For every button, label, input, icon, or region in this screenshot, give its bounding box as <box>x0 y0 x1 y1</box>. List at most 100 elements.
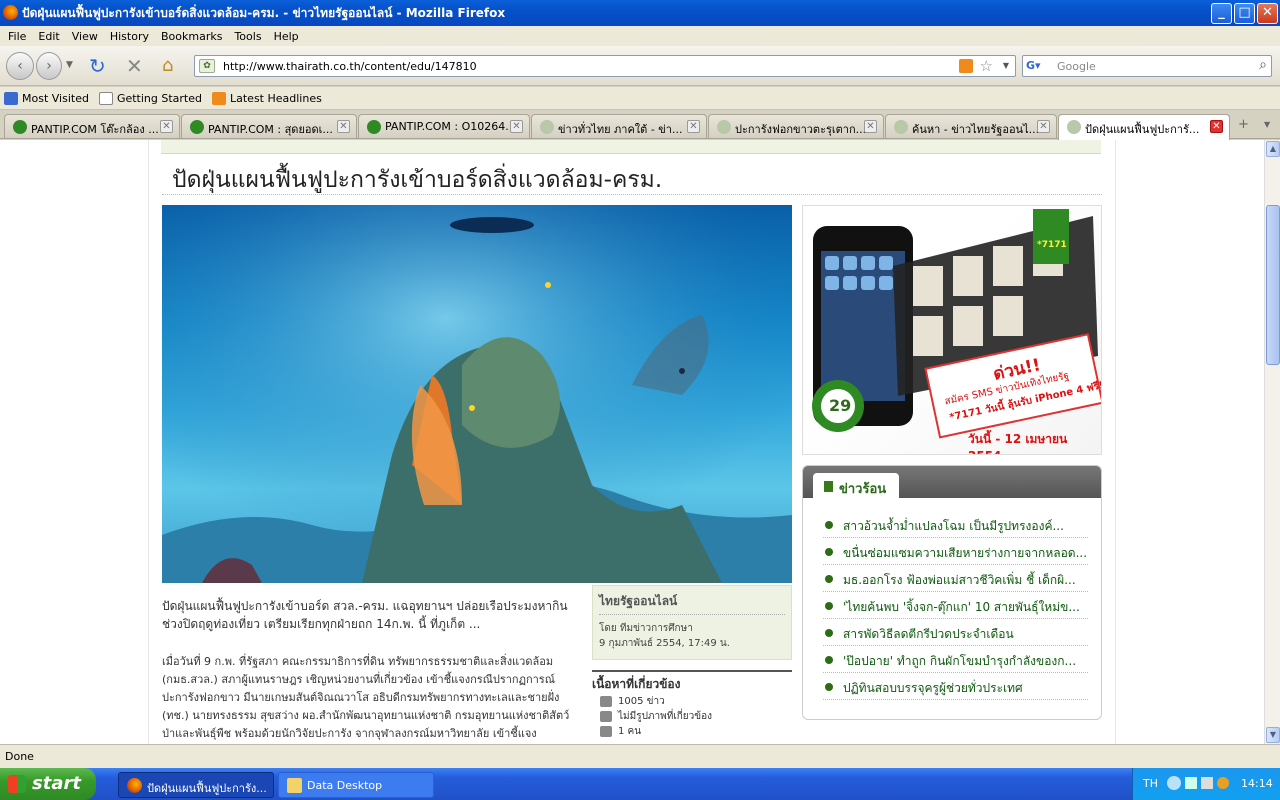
related-news-row[interactable]: 1005 ข่าว <box>592 694 792 709</box>
bookmark-getting-started[interactable]: Getting Started <box>98 91 208 105</box>
minimize-button[interactable]: _ <box>1211 3 1232 24</box>
scroll-down-icon[interactable]: ▼ <box>1266 727 1280 743</box>
taskbar-item-folder[interactable]: Data Desktop <box>278 772 434 798</box>
byline-box: ไทยรัฐออนไลน์ โดย ทีมข่าวการศึกษา 9 กุมภ… <box>592 585 792 660</box>
tab-list-icon[interactable]: ▼ <box>1264 120 1270 129</box>
close-tab-icon[interactable]: ✕ <box>1210 120 1223 133</box>
tab-label: ปะการังฟอกขาวตะรุเตาก... <box>735 123 867 136</box>
tab-label: PANTIP.COM โต๊ะกล้อง ... <box>31 123 159 136</box>
tab-thairath-coral[interactable]: ปะการังฟอกขาวตะรุเตาก... ✕ <box>708 114 884 138</box>
tray-arrow-icon[interactable] <box>1167 776 1181 790</box>
news-icon <box>600 696 612 707</box>
folder-icon <box>287 778 302 793</box>
tray-app-icon[interactable] <box>1217 777 1229 789</box>
firefox-icon <box>127 778 142 793</box>
thairath-icon <box>894 120 908 134</box>
hot-news-item[interactable]: ขนื่นซ่อมแซมความเสียหายร่างกายจากหลอด... <box>823 539 1088 565</box>
url-bar[interactable]: ✿ http://www.thairath.co.th/content/edu/… <box>194 55 1016 77</box>
bookmark-star-icon[interactable]: ☆ <box>980 57 993 75</box>
bookmark-most-visited[interactable]: Most Visited <box>4 91 95 105</box>
close-tab-icon[interactable]: ✕ <box>337 120 350 133</box>
close-button[interactable]: ✕ <box>1257 3 1278 24</box>
camera-icon <box>600 711 612 722</box>
tab-label: ข่าวทั่วไทย ภาคใต้ - ข่า... <box>558 123 683 136</box>
history-dropdown-icon[interactable]: ▼ <box>66 60 73 70</box>
taskbar-item-firefox[interactable]: ปัดฝุ่นแผนฟื้นฟูปะการัง... <box>118 772 274 798</box>
bookmark-latest-headlines[interactable]: Latest Headlines <box>212 91 328 105</box>
byline: โดย ทีมข่าวการศึกษา <box>599 623 693 634</box>
forward-button[interactable]: › <box>36 52 62 80</box>
related-photo-row: ไม่มีรูปภาพที่เกี่ยวข้อง <box>592 709 792 724</box>
article-photo[interactable] <box>162 205 792 583</box>
vertical-scrollbar[interactable]: ▲ ▼ <box>1264 140 1280 744</box>
hot-news-item[interactable]: ปฏิทินสอบบรรจุครูผู้ช่วยทั่วประเทศ <box>823 674 1088 700</box>
hot-news-item[interactable]: มธ.ออกโรง ฟ้องพ่อแม่สาวชีวิคเพิ่ม ชี้ เด… <box>823 566 1088 592</box>
hot-news-item[interactable]: 'ไทยค้นพบ 'จิ้งจก-ตุ๊กแก' 10 สายพันธุ์ให… <box>823 593 1088 619</box>
network-icon[interactable] <box>1185 777 1197 789</box>
menu-bookmarks[interactable]: Bookmarks <box>155 30 228 43</box>
window-title: ปัดฝุ่นแผนฟื้นฟูปะการังเข้าบอร์ดสิ่งแวดล… <box>22 5 506 20</box>
reload-icon[interactable]: ↻ <box>89 54 106 78</box>
menu-file[interactable]: File <box>2 30 32 43</box>
most-visited-icon <box>4 91 18 105</box>
language-indicator[interactable]: TH <box>1143 777 1158 790</box>
tab-pantip-1[interactable]: PANTIP.COM โต๊ะกล้อง ... ✕ <box>4 114 180 138</box>
ad-code: *7171 <box>1037 240 1067 250</box>
system-tray: TH 14:14 <box>1132 768 1280 800</box>
back-button[interactable]: ‹ <box>6 52 34 80</box>
thairath-icon <box>540 120 554 134</box>
search-icon[interactable]: ⌕ <box>1259 57 1267 73</box>
scroll-up-icon[interactable]: ▲ <box>1266 141 1280 157</box>
scroll-thumb[interactable] <box>1266 205 1280 365</box>
rss-icon[interactable] <box>959 59 973 73</box>
related-people-row[interactable]: 1 คน <box>592 724 792 739</box>
breadcrumb-bar <box>161 140 1101 154</box>
new-tab-icon[interactable]: + <box>1238 117 1249 132</box>
hot-news-item[interactable]: สาวอ้วนจ้ำม่ำแปลงโฉม เป็นมีรูปทรงองค์... <box>823 512 1088 538</box>
clock[interactable]: 14:14 <box>1241 777 1273 790</box>
menu-edit[interactable]: Edit <box>32 30 65 43</box>
cactus-icon <box>367 120 381 134</box>
menu-history[interactable]: History <box>104 30 155 43</box>
tab-pantip-2[interactable]: PANTIP.COM : สุดยอดเ... ✕ <box>181 114 357 138</box>
site-identity-icon[interactable]: ✿ <box>199 59 215 73</box>
tab-label: PANTIP.COM : O10264... <box>385 120 516 133</box>
close-tab-icon[interactable]: ✕ <box>510 120 523 133</box>
menu-help[interactable]: Help <box>268 30 305 43</box>
volume-icon[interactable] <box>1201 777 1213 789</box>
stop-icon[interactable]: ✕ <box>126 54 143 78</box>
sms-promo-ad[interactable]: ด่วน!! สมัคร SMS ข่าวบันเทิงไทยรัฐ *7171… <box>802 205 1102 455</box>
window-title-bar[interactable]: ปัดฝุ่นแผนฟื้นฟูปะการังเข้าบอร์ดสิ่งแวดล… <box>0 0 1280 26</box>
tab-label: ปัดฝุ่นแผนฟื้นฟูปะการั... <box>1085 123 1200 136</box>
coral-reef-image <box>162 205 792 583</box>
tab-pantip-3[interactable]: PANTIP.COM : O10264... ✕ <box>358 114 530 138</box>
thairath-icon <box>1067 120 1081 134</box>
related-content: เนื้อหาที่เกี่ยวข้อง 1005 ข่าว ไม่มีรูปภ… <box>592 670 792 739</box>
home-icon[interactable]: ⌂ <box>162 55 173 76</box>
tab-thairath-south[interactable]: ข่าวทั่วไทย ภาคใต้ - ข่า... ✕ <box>531 114 707 138</box>
taskbar: start ปัดฝุ่นแผนฟื้นฟูปะการัง... Data De… <box>0 768 1280 800</box>
menu-view[interactable]: View <box>66 30 104 43</box>
hot-news-item[interactable]: 'ป๊อปอาย' ทำถูก กินผักโขมบำรุงกำลังของก.… <box>823 647 1088 673</box>
article-summary: ปัดฝุ่นแผนฟื้นฟูปะการังเข้าบอร์ด สวล.-คร… <box>162 599 568 631</box>
article-page: ปัดฝุ่นแผนฟื้นฟูปะการังเข้าบอร์ดสิ่งแวดล… <box>148 140 1116 744</box>
maximize-button[interactable]: □ <box>1234 3 1255 24</box>
bookmark-label: Latest Headlines <box>230 91 322 105</box>
hot-news-tab[interactable]: ข่าวร้อน <box>813 473 899 499</box>
close-tab-icon[interactable]: ✕ <box>1037 120 1050 133</box>
close-tab-icon[interactable]: ✕ <box>864 120 877 133</box>
start-button[interactable]: start <box>0 768 96 800</box>
tab-active-article[interactable]: ปัดฝุ่นแผนฟื้นฟูปะการั... ✕ <box>1058 114 1230 140</box>
google-icon[interactable]: G▾ <box>1026 59 1042 73</box>
url-dropdown-icon[interactable]: ▼ <box>1003 61 1009 70</box>
search-box[interactable]: G▾ Google ⌕ <box>1022 55 1272 77</box>
menu-tools[interactable]: Tools <box>228 30 267 43</box>
task-label: Data Desktop <box>307 779 383 792</box>
hot-news-item[interactable]: สารพัดวิธีลดตีกรีปวดประจำเดือน <box>823 620 1088 646</box>
close-tab-icon[interactable]: ✕ <box>687 120 700 133</box>
tab-thairath-search[interactable]: ค้นหา - ข่าวไทยรัฐออนไ... ✕ <box>885 114 1057 138</box>
close-tab-icon[interactable]: ✕ <box>160 120 173 133</box>
divider <box>162 194 1102 195</box>
navigation-toolbar: ‹ › ▼ ↻ ✕ ⌂ ✿ http://www.thairath.co.th/… <box>0 46 1280 86</box>
status-bar: Done <box>0 744 1280 768</box>
